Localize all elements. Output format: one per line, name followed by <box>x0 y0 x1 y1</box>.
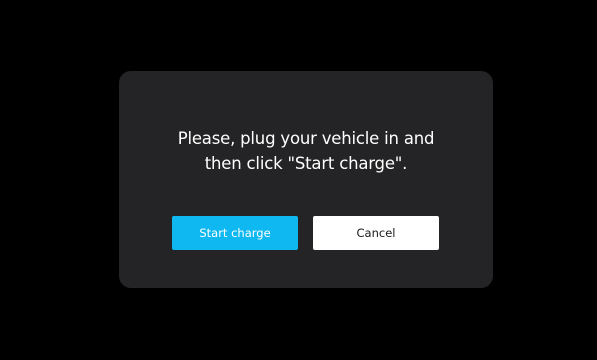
screen-backdrop: Please, plug your vehicle in and then cl… <box>0 0 597 360</box>
cancel-button[interactable]: Cancel <box>313 216 439 250</box>
dialog-message-line-2: then click "Start charge". <box>204 154 408 173</box>
dialog-message: Please, plug your vehicle in and then cl… <box>119 126 493 176</box>
start-charge-button[interactable]: Start charge <box>172 216 298 250</box>
plug-in-dialog: Please, plug your vehicle in and then cl… <box>119 71 493 288</box>
dialog-message-line-1: Please, plug your vehicle in and <box>177 129 435 148</box>
